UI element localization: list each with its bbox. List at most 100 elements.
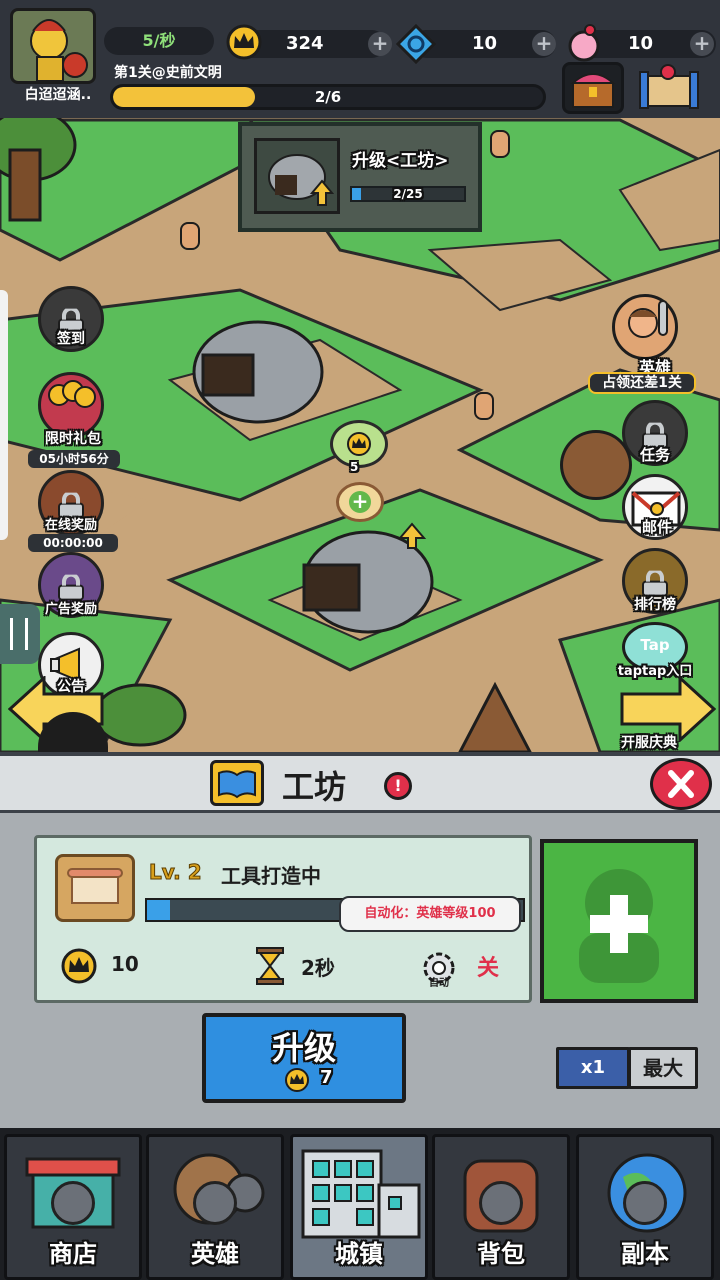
auto-label: 自动 <box>429 978 449 989</box>
close-button[interactable] <box>650 758 712 810</box>
candy-resource: 10 + <box>568 24 716 62</box>
upgrade-card[interactable]: 升级<工坊> 2/25 <box>238 122 482 232</box>
add-crown-button[interactable]: + <box>368 32 392 56</box>
celebration-label[interactable]: 开服庆典 <box>594 732 704 752</box>
gift-coins-icon <box>48 380 96 408</box>
add-gem-button[interactable]: + <box>532 32 556 56</box>
candy-count: 10 <box>628 33 654 54</box>
nav-bag-label: 背包 <box>477 1240 525 1268</box>
crown-icon <box>285 1068 309 1092</box>
treasure-chest-icon <box>570 73 616 108</box>
map-scroll-icon <box>639 64 699 109</box>
upgrade-button-label: 升级 <box>271 1029 336 1067</box>
stage-label: 第1关@史前文明 <box>114 65 222 81</box>
workshop-thumbnail <box>254 138 340 214</box>
town-buildings-icon <box>301 1149 421 1239</box>
plus-icon: + <box>349 491 371 513</box>
upgrade-card-progress-text: 2/25 <box>393 187 423 201</box>
gem-resource: 10 + <box>396 24 556 64</box>
stage-progress-bar: 2/6 <box>110 84 546 110</box>
crown-icon <box>226 24 262 60</box>
auto-state[interactable]: 关 <box>477 950 499 982</box>
mail-label: 邮件 <box>641 518 672 536</box>
spiral-gem-icon <box>396 24 436 64</box>
left-side-handle[interactable] <box>0 290 8 540</box>
build-plus-button[interactable]: + <box>336 482 384 522</box>
hero-occupy-hint: 占领还差1关 <box>588 372 696 394</box>
player-avatar[interactable] <box>10 8 96 84</box>
panel-title: 工坊 <box>282 768 347 806</box>
multiplier-max-button[interactable]: 最大 <box>628 1047 698 1089</box>
automation-tooltip: 自动化：英雄等级100 <box>339 896 521 932</box>
hourglass-icon <box>256 947 284 985</box>
stage-progress-text: 2/6 <box>314 88 342 106</box>
collect-crown-bubble[interactable] <box>330 420 388 468</box>
item-progress-fill <box>147 900 170 920</box>
nav-shop[interactable]: 商店 <box>4 1134 142 1280</box>
upgrade-card-title: 升级<工坊> <box>352 151 449 171</box>
signin-label: 签到 <box>57 331 85 347</box>
panel-header: 工坊 ! <box>0 752 720 810</box>
limited-gift-label: 限时礼包 <box>45 431 101 447</box>
book-icon <box>210 760 264 806</box>
nav-dungeon-label: 副本 <box>621 1240 669 1268</box>
lock-icon <box>623 1181 667 1225</box>
hero-button[interactable] <box>612 294 678 360</box>
player-name: 白迢迢涵.. <box>24 87 92 103</box>
panel-alert-icon[interactable]: ! <box>384 772 412 800</box>
crown-count: 324 <box>286 33 324 54</box>
rate-pill: 5/秒 <box>104 27 214 55</box>
nav-dungeon[interactable]: 副本 <box>576 1134 714 1280</box>
candy-icon <box>568 24 600 62</box>
nav-shop-label: 商店 <box>49 1240 97 1268</box>
crown-bubble-count: 5 <box>350 460 359 474</box>
scroll-icon <box>67 868 123 904</box>
online-reward-label: 在线奖励 <box>44 518 97 533</box>
caveman-npc <box>490 130 510 158</box>
caveman-hero-icon <box>628 300 668 338</box>
workshop-panel: 工坊 ! Lv. 2 工具打造中 自动化：英雄等级100 10 2秒 自动 关 … <box>0 752 720 1128</box>
production-time: 2秒 <box>301 956 335 980</box>
auto-toggle[interactable]: 自动 <box>417 948 465 989</box>
close-icon <box>668 770 694 798</box>
collapse-menu-button[interactable] <box>0 604 40 664</box>
nav-hero[interactable]: 英雄 <box>146 1134 284 1280</box>
taptap-badge: Tap <box>640 636 670 654</box>
workshop-item-card: Lv. 2 工具打造中 自动化：英雄等级100 10 2秒 自动 关 <box>34 835 532 1003</box>
lock-icon <box>479 1181 523 1225</box>
item-status: 工具打造中 <box>221 864 321 888</box>
panel-body: Lv. 2 工具打造中 自动化：英雄等级100 10 2秒 自动 关 升级 7 <box>0 810 720 1128</box>
gem-count: 10 <box>472 33 498 54</box>
bottom-nav: 商店 英雄 城镇 背包 副本 <box>0 1128 720 1280</box>
spartan-avatar-icon <box>30 19 88 81</box>
ranking-label: 排行榜 <box>634 597 676 613</box>
nav-bag[interactable]: 背包 <box>432 1134 570 1280</box>
upgrade-card-progress: 2/25 <box>350 186 466 202</box>
top-bar: 白迢迢涵.. 5/秒 第1关@史前文明 2/6 324 + 10 + 10 + <box>0 0 720 118</box>
add-candy-button[interactable]: + <box>690 32 714 56</box>
online-reward-timer: 00:00:00 <box>28 534 118 552</box>
mine-icon <box>268 154 335 206</box>
income-rate: 5/秒 <box>142 31 176 50</box>
nav-town[interactable]: 城镇 <box>290 1134 428 1280</box>
upgrade-cost: 7 <box>320 1067 333 1088</box>
add-hero-slot-button[interactable] <box>540 839 698 1003</box>
upgrade-button[interactable]: 升级 7 <box>202 1013 406 1103</box>
multiplier-x1-button[interactable]: x1 <box>556 1047 630 1089</box>
nav-hero-label: 英雄 <box>191 1240 239 1268</box>
lock-icon <box>58 574 84 601</box>
menu-bars-icon <box>10 618 28 650</box>
world-map-button[interactable] <box>634 62 704 114</box>
add-hero-icon <box>579 869 659 983</box>
lock-icon <box>51 1181 95 1225</box>
nav-town-label: 城镇 <box>335 1240 383 1268</box>
lock-icon <box>193 1181 237 1225</box>
caveman-npc <box>180 222 200 250</box>
lock-icon <box>642 570 668 597</box>
treasure-chest-button[interactable] <box>562 62 624 114</box>
arena-building <box>560 430 632 500</box>
crown-icon <box>61 948 97 984</box>
limited-gift-timer: 05小时56分 <box>28 450 120 468</box>
scroll-item-icon <box>55 854 135 922</box>
crown-icon <box>347 432 371 456</box>
